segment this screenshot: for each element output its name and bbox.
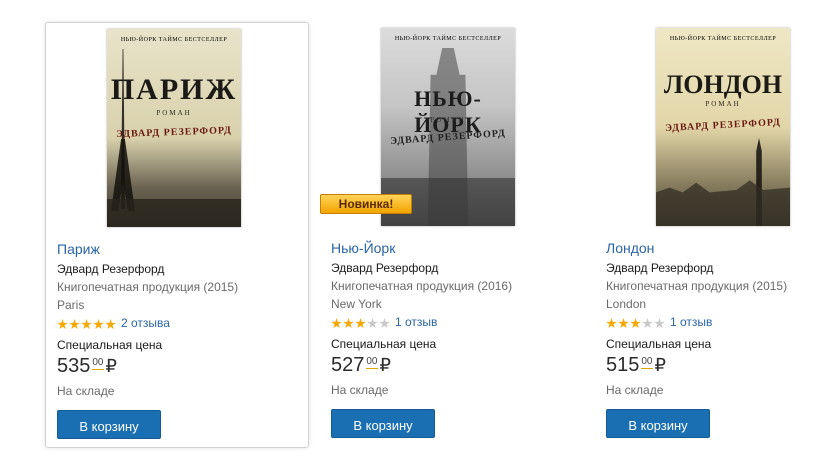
rating-stars (331, 316, 391, 329)
star-icon (331, 318, 342, 329)
star-icon (606, 318, 617, 329)
price-rubles: 515 (606, 354, 640, 376)
product-card-london[interactable]: НЬЮ-ЙОРК ТАЙМС БЕСТСЕЛЛЕР ЛОНДОН РОМАН Э… (595, 22, 834, 448)
reviews-link[interactable]: 2 отзыва (121, 316, 170, 330)
price-kopecks: 00 (641, 356, 653, 369)
add-to-cart-button[interactable]: В корзину (57, 410, 161, 439)
product-original-title: Paris (57, 298, 85, 312)
star-icon (618, 318, 629, 329)
ruble-icon: ₽ (105, 356, 117, 376)
price-kopecks: 00 (92, 357, 104, 370)
reviews-link[interactable]: 1 отзыв (395, 315, 437, 329)
city-skyline-image (107, 199, 241, 227)
stock-status: На складе (57, 384, 115, 398)
star-icon (93, 319, 104, 330)
price: 515 00 ₽ (606, 354, 666, 377)
star-icon (81, 319, 92, 330)
cover-genre: РОМАН (430, 116, 466, 124)
product-publisher: Книгопечатная продукция (2016) (331, 279, 513, 293)
product-title-link[interactable]: Нью-Йорк (331, 240, 395, 256)
book-cover-london[interactable]: НЬЮ-ЙОРК ТАЙМС БЕСТСЕЛЛЕР ЛОНДОН РОМАН Э… (656, 28, 790, 226)
product-title-link[interactable]: Париж (57, 241, 100, 257)
add-to-cart-button[interactable]: В корзину (606, 409, 710, 438)
star-icon (630, 318, 641, 329)
cover-top-line: НЬЮ-ЙОРК ТАЙМС БЕСТСЕЛЛЕР (669, 36, 777, 42)
cover-author: ЭДВАРД РЕЗЕРФОРД (664, 116, 782, 135)
cover-title: ПАРИЖ (110, 73, 238, 106)
product-title-link[interactable]: Лондон (606, 240, 654, 256)
ruble-icon: ₽ (379, 355, 391, 375)
product-publisher: Книгопечатная продукция (2015) (57, 280, 239, 294)
star-icon (69, 319, 80, 330)
product-original-title: London (606, 297, 647, 311)
special-price-label: Специальная цена (57, 338, 163, 352)
star-icon (654, 318, 665, 329)
special-price-label: Специальная цена (331, 337, 437, 351)
star-icon (379, 318, 390, 329)
product-card-new-york[interactable]: НЬЮ-ЙОРК ТАЙМС БЕСТСЕЛЛЕР НЬЮ-ЙОРК РОМАН… (320, 22, 584, 448)
product-author: Эдвард Резерфорд (57, 262, 165, 276)
cover-genre: РОМАН (156, 109, 192, 117)
cover-top-line: НЬЮ-ЙОРК ТАЙМС БЕСТСЕЛЛЕР (394, 36, 502, 42)
rating-stars (57, 317, 117, 330)
star-icon (57, 319, 68, 330)
book-cover-paris[interactable]: НЬЮ-ЙОРК ТАЙМС БЕСТСЕЛЛЕР ПАРИЖ РОМАН ЭД… (107, 29, 241, 227)
cover-genre: РОМАН (705, 100, 741, 108)
star-icon (367, 318, 378, 329)
product-author: Эдвард Резерфорд (331, 261, 439, 275)
price-kopecks: 00 (366, 356, 378, 369)
price: 527 00 ₽ (331, 354, 391, 377)
star-icon (105, 319, 116, 330)
star-icon (343, 318, 354, 329)
parliament-skyline-image (656, 180, 790, 226)
stock-status: На складе (331, 383, 389, 397)
product-publisher: Книгопечатная продукция (2015) (606, 279, 788, 293)
product-card-paris[interactable]: НЬЮ-ЙОРК ТАЙМС БЕСТСЕЛЛЕР ПАРИЖ РОМАН ЭД… (45, 22, 309, 448)
add-to-cart-button[interactable]: В корзину (331, 409, 435, 438)
cover-title: ЛОНДОН (663, 70, 783, 99)
rating-stars (606, 316, 666, 329)
star-icon (642, 318, 653, 329)
price: 535 00 ₽ (57, 355, 117, 378)
price-rubles: 527 (331, 354, 365, 376)
product-original-title: New York (331, 297, 382, 311)
ruble-icon: ₽ (654, 355, 666, 375)
cover-author: ЭДВАРД РЕЗЕРФОРД (115, 124, 233, 141)
new-badge: Новинка! (320, 194, 412, 214)
product-author: Эдвард Резерфорд (606, 261, 714, 275)
special-price-label: Специальная цена (606, 337, 712, 351)
stock-status: На складе (606, 383, 664, 397)
reviews-link[interactable]: 1 отзыв (670, 315, 712, 329)
cover-top-line: НЬЮ-ЙОРК ТАЙМС БЕСТСЕЛЛЕР (120, 37, 228, 43)
star-icon (355, 318, 366, 329)
price-rubles: 535 (57, 355, 91, 377)
